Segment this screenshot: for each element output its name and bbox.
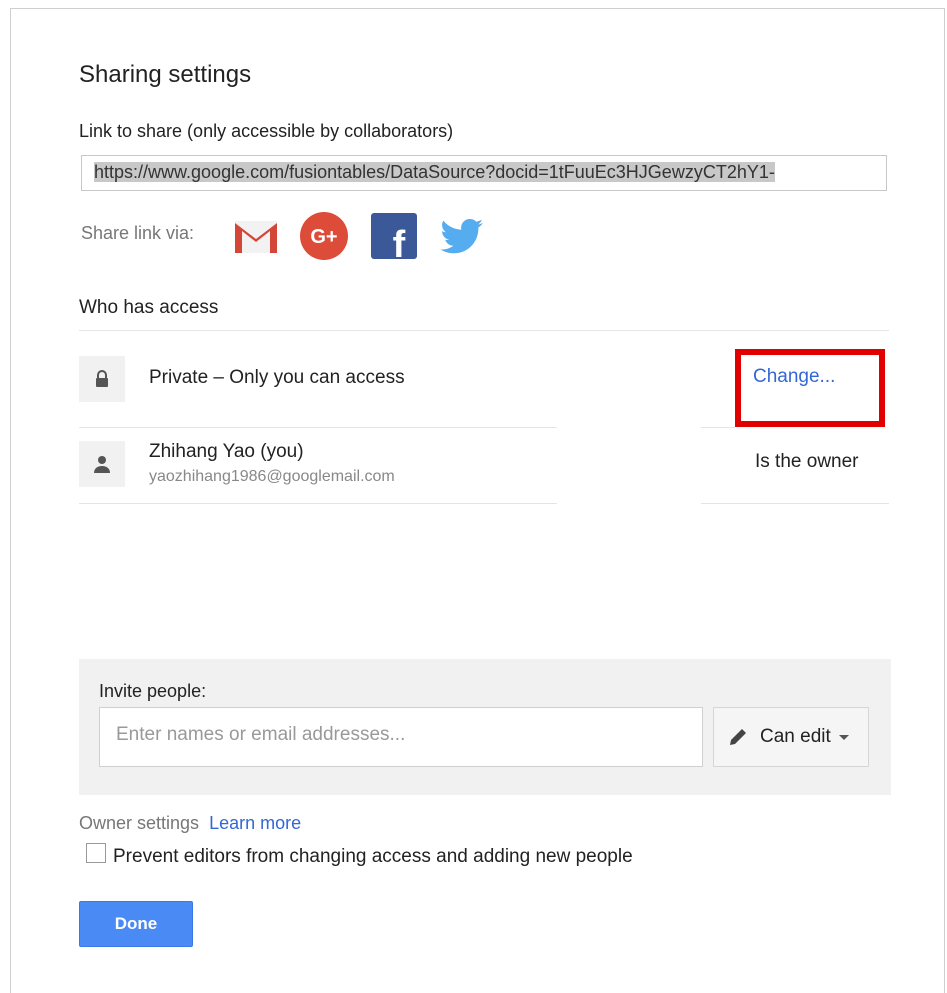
owner-name: Zhihang Yao (you) [149,441,304,462]
divider [79,330,889,331]
divider [79,427,557,428]
permission-dropdown[interactable]: Can edit [713,707,869,767]
owner-settings-label: Owner settings [79,813,200,833]
link-to-share-label: Link to share (only accessible by collab… [79,121,454,141]
owner-role: Is the owner [755,451,859,472]
visibility-text: Private – Only you can access [149,367,405,388]
owner-email: yaozhihang1986@googlemail.com [149,468,395,485]
learn-more-link[interactable]: Learn more [209,813,301,833]
divider [79,503,557,504]
divider [701,503,889,504]
invite-people-label: Invite people: [99,681,207,701]
divider [701,427,735,428]
prevent-editors-label: Prevent editors from changing access and… [113,846,633,867]
person-icon [79,441,125,487]
chevron-down-icon [838,734,849,740]
twitter-icon[interactable] [437,211,487,261]
permission-value: Can edit [760,726,831,747]
gmail-icon[interactable] [231,211,281,261]
pencil-icon [728,727,748,747]
facebook-icon[interactable]: f [369,211,419,266]
invite-email-input[interactable]: Enter names or email addresses... [99,707,703,767]
google-plus-icon[interactable]: G+ [299,211,349,261]
done-button[interactable]: Done [79,901,193,947]
dialog-title: Sharing settings [79,61,252,88]
share-link-url: https://www.google.com/fusiontables/Data… [94,162,775,182]
lock-icon [79,356,125,402]
sharing-settings-dialog: Sharing settings Link to share (only acc… [10,8,945,993]
share-link-field[interactable]: https://www.google.com/fusiontables/Data… [81,155,887,191]
invite-people-panel: Invite people: Enter names or email addr… [79,659,891,795]
svg-text:f: f [393,224,406,261]
change-link-highlight-box [735,349,885,427]
svg-text:G+: G+ [310,226,337,248]
prevent-editors-checkbox[interactable] [86,843,106,863]
who-has-access-heading: Who has access [79,297,219,318]
owner-settings-row: Owner settings Learn more [79,813,301,834]
share-link-via-label: Share link via: [81,223,195,243]
